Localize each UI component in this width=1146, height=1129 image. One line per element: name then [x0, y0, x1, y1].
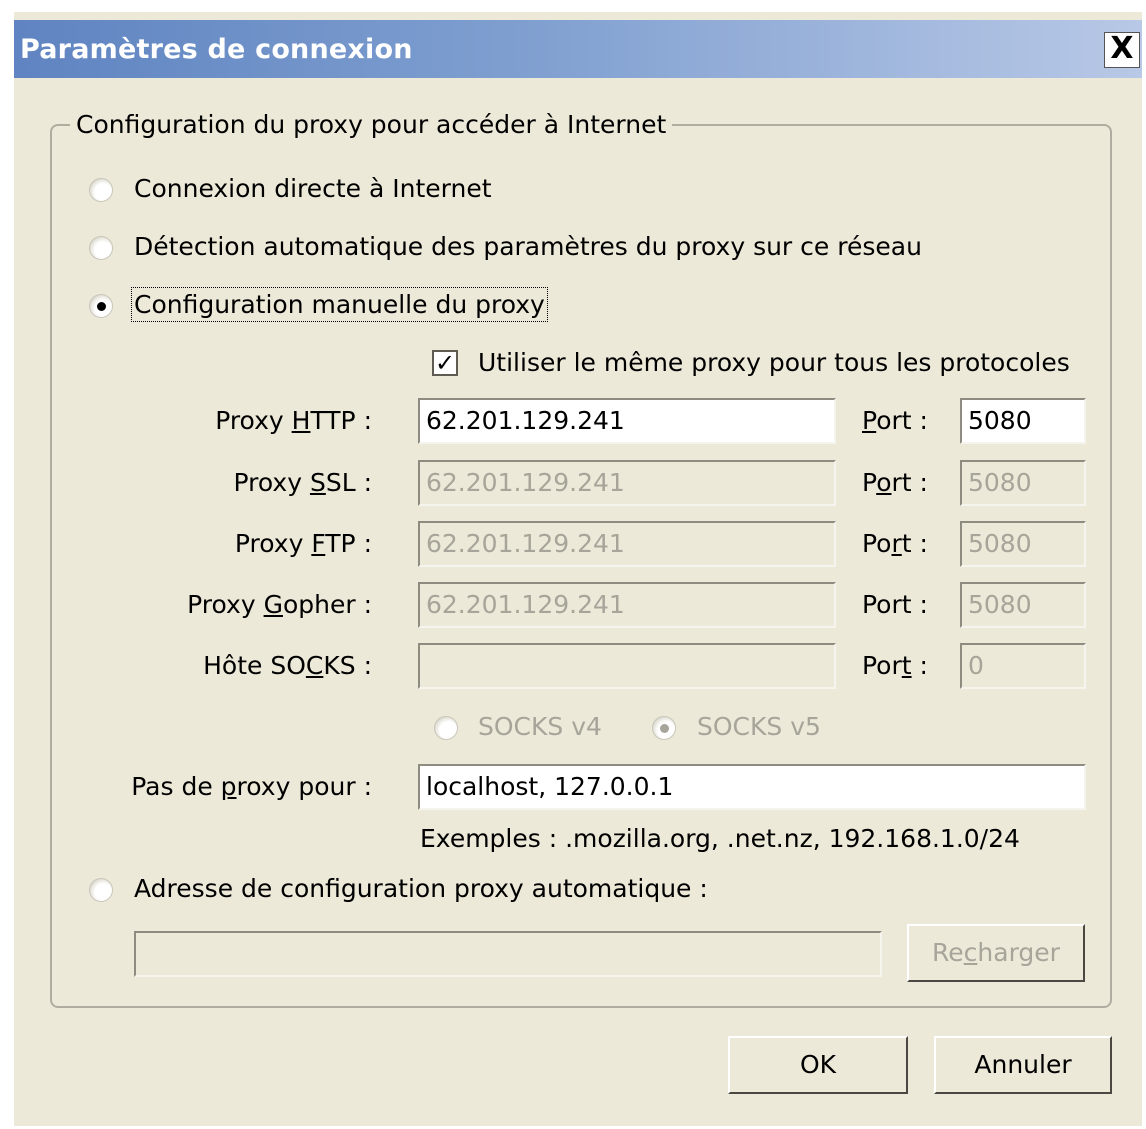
window-title: Paramètres de connexion	[20, 34, 413, 65]
no-proxy-input[interactable]: localhost, 127.0.0.1	[418, 764, 1086, 810]
title-bar[interactable]: Paramètres de connexion X	[14, 20, 1142, 78]
radio-manual-proxy[interactable]	[89, 294, 113, 318]
http-port-label: Port :	[862, 406, 928, 435]
auto-config-url-label[interactable]: Adresse de configuration proxy automatiq…	[134, 874, 708, 903]
socks-v5-label[interactable]: SOCKS v5	[697, 712, 821, 741]
ftp-proxy-label: Proxy FTP :	[234, 529, 372, 558]
group-legend: Configuration du proxy pour accéder à In…	[70, 110, 673, 139]
ssl-port-input[interactable]: 5080	[960, 460, 1086, 506]
radio-auto-detect-label[interactable]: Détection automatique des paramètres du …	[134, 232, 922, 261]
no-proxy-examples: Exemples : .mozilla.org, .net.nz, 192.16…	[420, 824, 1020, 853]
ftp-port-label: Port :	[862, 529, 928, 558]
socks-v4-label[interactable]: SOCKS v4	[478, 712, 602, 741]
ok-button[interactable]: OK	[728, 1036, 908, 1094]
radio-auto-detect[interactable]	[89, 236, 113, 260]
radio-direct-label[interactable]: Connexion directe à Internet	[134, 174, 492, 203]
no-proxy-label: Pas de proxy pour :	[131, 772, 372, 801]
ssl-port-label: Port :	[862, 468, 928, 497]
gopher-port-label: Port :	[862, 590, 928, 619]
socks-port-input[interactable]: 0	[960, 643, 1086, 689]
same-proxy-label[interactable]: Utiliser le même proxy pour tous les pro…	[478, 348, 1070, 377]
reload-button[interactable]: Recharger	[907, 924, 1085, 982]
gopher-port-input[interactable]: 5080	[960, 582, 1086, 628]
socks-host-label: Hôte SOCKS :	[203, 651, 372, 680]
radio-direct-connection[interactable]	[89, 178, 113, 202]
http-port-input[interactable]: 5080	[960, 398, 1086, 444]
ftp-proxy-input[interactable]: 62.201.129.241	[418, 521, 836, 567]
auto-config-url-input[interactable]	[134, 931, 882, 977]
gopher-proxy-label: Proxy Gopher :	[187, 590, 372, 619]
ssl-proxy-label: Proxy SSL :	[233, 468, 372, 497]
radio-manual-label[interactable]: Configuration manuelle du proxy	[131, 287, 548, 322]
socks-host-input[interactable]	[418, 643, 836, 689]
radio-socks-v5[interactable]	[652, 716, 676, 740]
http-proxy-input[interactable]: 62.201.129.241	[418, 398, 836, 444]
radio-socks-v4[interactable]	[434, 716, 458, 740]
same-proxy-checkbox[interactable]: ✓	[432, 350, 458, 376]
socks-port-label: Port :	[862, 651, 928, 680]
http-proxy-label: Proxy HTTP :	[215, 406, 372, 435]
radio-auto-config-url[interactable]	[89, 878, 113, 902]
gopher-proxy-input[interactable]: 62.201.129.241	[418, 582, 836, 628]
ftp-port-input[interactable]: 5080	[960, 521, 1086, 567]
ssl-proxy-input[interactable]: 62.201.129.241	[418, 460, 836, 506]
connection-settings-dialog: Paramètres de connexion X Configuration …	[14, 12, 1142, 1126]
close-button[interactable]: X	[1104, 32, 1140, 68]
cancel-button[interactable]: Annuler	[934, 1036, 1112, 1094]
